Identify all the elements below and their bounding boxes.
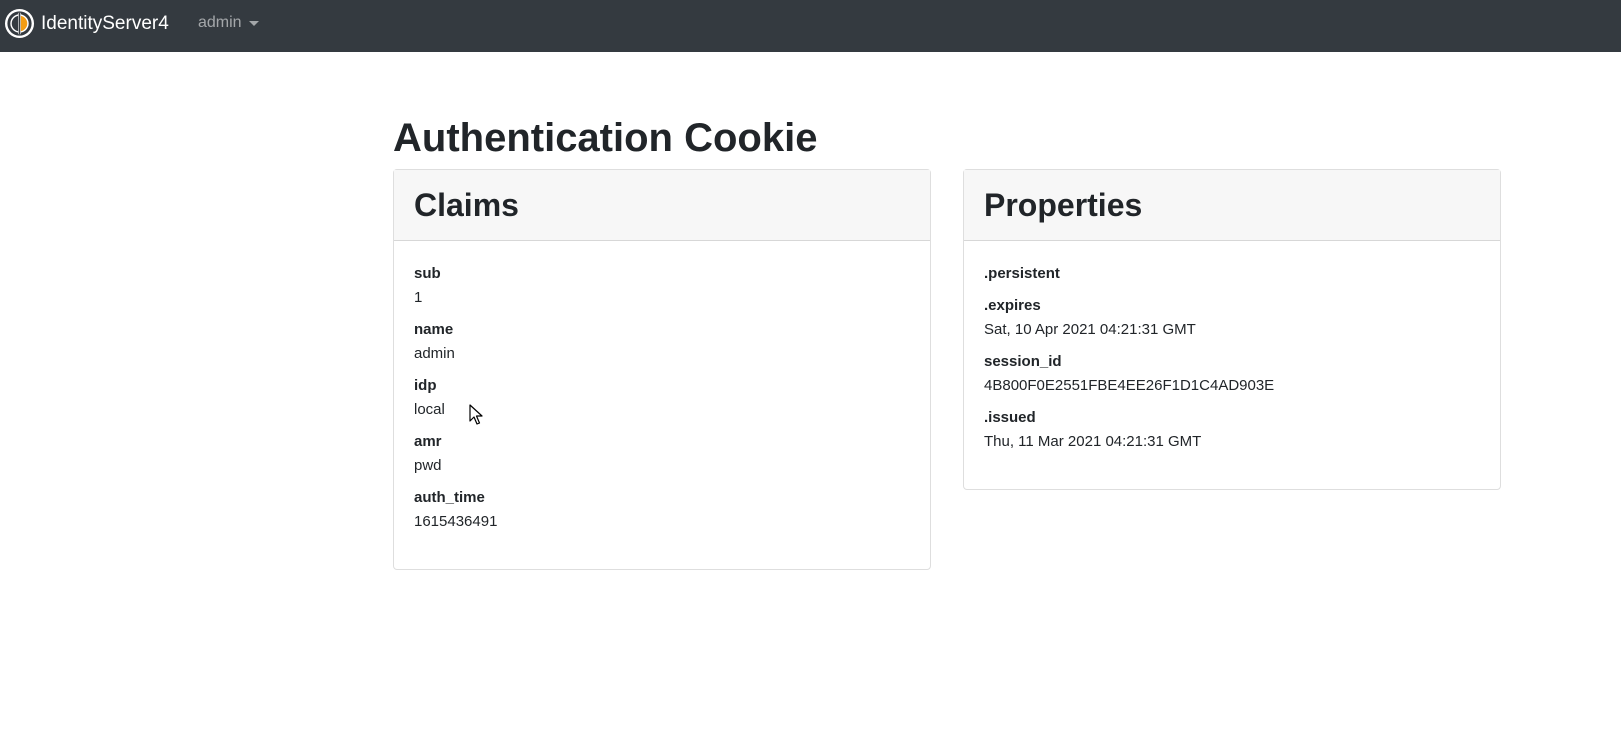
caret-down-icon xyxy=(248,21,259,26)
properties-list: .persistent .expires Sat, 10 Apr 2021 04… xyxy=(984,263,1480,452)
mouse-pointer-icon xyxy=(469,404,483,425)
claim-value: admin xyxy=(414,345,455,362)
claims-card-header: Claims xyxy=(394,170,930,241)
brand-name: IdentityServer4 xyxy=(41,12,169,34)
brand-link[interactable]: IdentityServer4 xyxy=(4,7,169,39)
properties-card-body: .persistent .expires Sat, 10 Apr 2021 04… xyxy=(964,241,1500,452)
properties-heading: Properties xyxy=(984,187,1143,223)
properties-card: Properties .persistent .expires Sat, 10 … xyxy=(963,169,1501,490)
claims-card-body: sub 1 name admin idp local amr pwd auth_… xyxy=(394,241,930,532)
property-key: .expires xyxy=(984,297,1041,314)
identityserver-logo-icon xyxy=(4,8,35,38)
claim-key: idp xyxy=(414,377,437,394)
claims-list: sub 1 name admin idp local amr pwd auth_… xyxy=(414,263,910,532)
property-value: 4B800F0E2551FBE4EE26F1D1C4AD903E xyxy=(984,377,1275,394)
claim-key: sub xyxy=(414,265,441,282)
property-value: Thu, 11 Mar 2021 04:21:31 GMT xyxy=(984,433,1202,450)
page-title: Authentication Cookie xyxy=(393,116,818,160)
claims-card: Claims sub 1 name admin idp local amr pw… xyxy=(393,169,931,570)
claim-key: auth_time xyxy=(414,489,485,506)
claim-value: 1615436491 xyxy=(414,513,498,530)
user-menu-label: admin xyxy=(198,14,242,31)
top-navbar: IdentityServer4 admin xyxy=(0,0,1621,52)
claims-heading: Claims xyxy=(414,187,519,223)
claim-key: name xyxy=(414,321,454,338)
claim-key: amr xyxy=(414,433,442,450)
property-key: .persistent xyxy=(984,265,1060,282)
user-menu-dropdown[interactable]: admin xyxy=(198,14,259,32)
property-key: .issued xyxy=(984,409,1036,426)
claim-value: 1 xyxy=(414,289,423,306)
property-key: session_id xyxy=(984,353,1062,370)
property-value: Sat, 10 Apr 2021 04:21:31 GMT xyxy=(984,321,1196,338)
claim-value: pwd xyxy=(414,457,442,474)
claim-value: local xyxy=(414,401,445,418)
properties-card-header: Properties xyxy=(964,170,1500,241)
